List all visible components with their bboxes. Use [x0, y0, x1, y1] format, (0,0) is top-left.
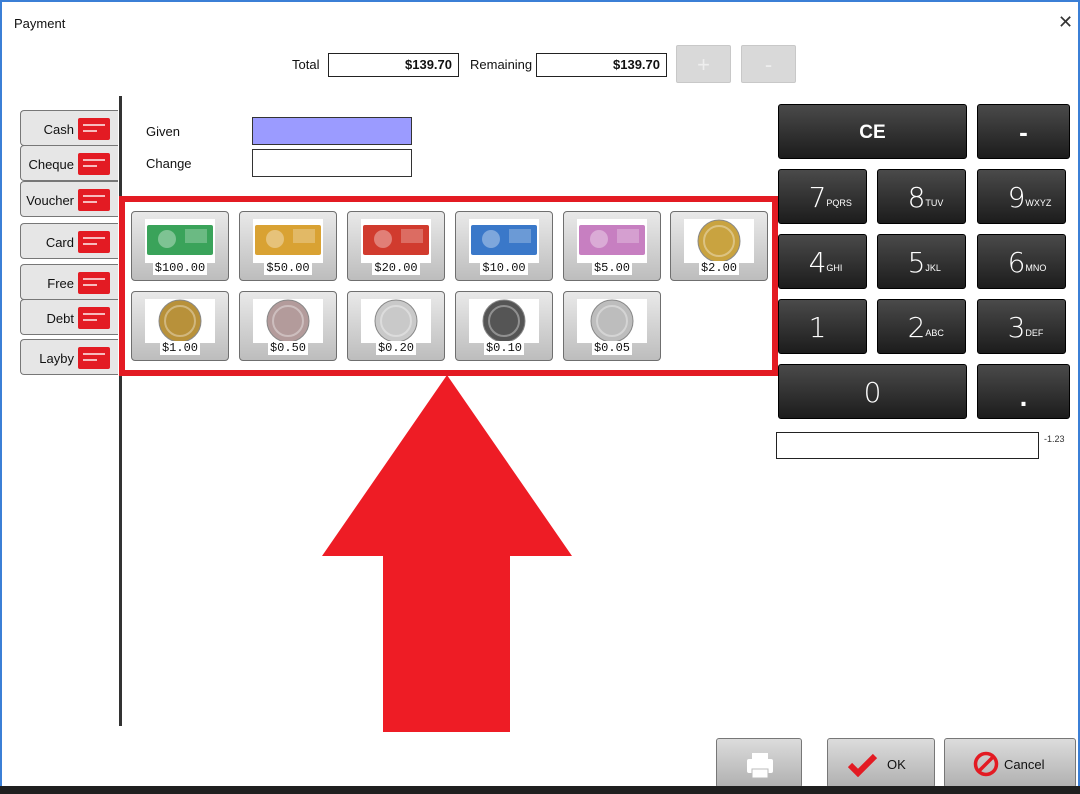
layby-contact-icon	[78, 347, 110, 369]
entry-note: -1.23	[1044, 434, 1065, 444]
tab-label: Voucher	[26, 193, 74, 208]
key-5[interactable]: 5JKL	[877, 234, 966, 289]
dot-key-label: .	[1019, 381, 1028, 412]
key-9[interactable]: 9WXYZ	[977, 169, 1066, 224]
tab-label: Debt	[46, 311, 74, 326]
ce-key[interactable]: CE	[778, 104, 967, 159]
tab-layby[interactable]: Layby	[20, 339, 118, 375]
key-digit: 8	[907, 181, 926, 214]
key-4[interactable]: 4GHI	[778, 234, 867, 289]
tab-cash[interactable]: Cash	[20, 110, 118, 146]
dot-key[interactable]: .	[977, 364, 1070, 419]
key-digit: 6	[1007, 246, 1026, 279]
print-button[interactable]	[716, 738, 802, 788]
key-0-label: 0	[863, 376, 882, 409]
tab-debt[interactable]: Debt	[20, 299, 118, 335]
printer-icon	[747, 753, 773, 779]
minus-button[interactable]: -	[741, 45, 796, 83]
change-field	[252, 149, 412, 177]
window-title: Payment	[14, 16, 66, 31]
tab-card[interactable]: Card	[20, 223, 118, 259]
key-digit: 2	[907, 311, 926, 344]
cash-flag-icon	[78, 118, 110, 140]
cancel-label: Cancel	[1004, 757, 1045, 772]
key-3[interactable]: 3DEF	[977, 299, 1066, 354]
tab-label: Cash	[43, 122, 74, 137]
key-2[interactable]: 2ABC	[877, 299, 966, 354]
given-label: Given	[146, 124, 180, 139]
key-letters: MNO	[1025, 263, 1047, 274]
tab-free[interactable]: Free	[20, 264, 118, 300]
cancel-icon	[973, 751, 999, 777]
denomination-highlight-box	[119, 196, 778, 376]
tab-label: Cheque	[28, 157, 74, 172]
tab-label: Card	[45, 235, 74, 250]
tab-label: Layby	[39, 351, 74, 366]
debt-contact-icon	[78, 307, 110, 329]
key-letters: TUV	[925, 198, 944, 209]
arrow-up-icon	[322, 375, 572, 732]
tab-divider	[119, 96, 122, 726]
key-7[interactable]: 7PQRS	[778, 169, 867, 224]
key-letters: PQRS	[826, 198, 852, 209]
minus-key-label: -	[1019, 117, 1028, 147]
key-digit: 4	[808, 246, 827, 279]
ok-label: OK	[887, 757, 906, 772]
cheque-card-icon	[78, 153, 110, 175]
key-letters: WXYZ	[1025, 198, 1052, 209]
remaining-value: $139.70	[536, 53, 667, 77]
key-digit: 5	[907, 246, 926, 279]
key-0[interactable]: 0	[778, 364, 967, 419]
plus-button[interactable]: +	[676, 45, 731, 83]
ok-button[interactable]: OK	[827, 738, 935, 788]
credit-card-icon	[78, 231, 110, 253]
key-letters: JKL	[925, 263, 941, 274]
tab-cheque[interactable]: Cheque	[20, 145, 118, 181]
key-8[interactable]: 8TUV	[877, 169, 966, 224]
tab-label: Free	[47, 276, 74, 291]
bottom-bar	[0, 786, 1080, 794]
key-6[interactable]: 6MNO	[977, 234, 1066, 289]
cancel-button[interactable]: Cancel	[944, 738, 1076, 788]
key-letters: GHI	[826, 263, 843, 274]
given-field[interactable]	[252, 117, 412, 145]
free-icon	[78, 272, 110, 294]
key-digit: 1	[808, 311, 827, 344]
tab-voucher[interactable]: Voucher	[20, 181, 118, 217]
total-label: Total	[292, 57, 320, 72]
minus-key[interactable]: -	[977, 104, 1070, 159]
key-digit: 9	[1007, 181, 1026, 214]
voucher-icon	[78, 189, 110, 211]
key-1[interactable]: 1	[778, 299, 867, 354]
key-digit: 7	[808, 181, 827, 214]
total-value: $139.70	[328, 53, 459, 77]
key-letters: DEF	[1025, 328, 1044, 339]
remaining-label: Remaining	[470, 57, 533, 72]
amount-entry-field[interactable]	[776, 432, 1039, 459]
key-letters: ABC	[925, 328, 944, 339]
key-digit: 3	[1007, 311, 1026, 344]
checkmark-icon	[848, 753, 878, 777]
change-label: Change	[146, 156, 192, 171]
ce-key-label: CE	[859, 122, 886, 143]
close-icon[interactable]: ✕	[1058, 12, 1073, 33]
